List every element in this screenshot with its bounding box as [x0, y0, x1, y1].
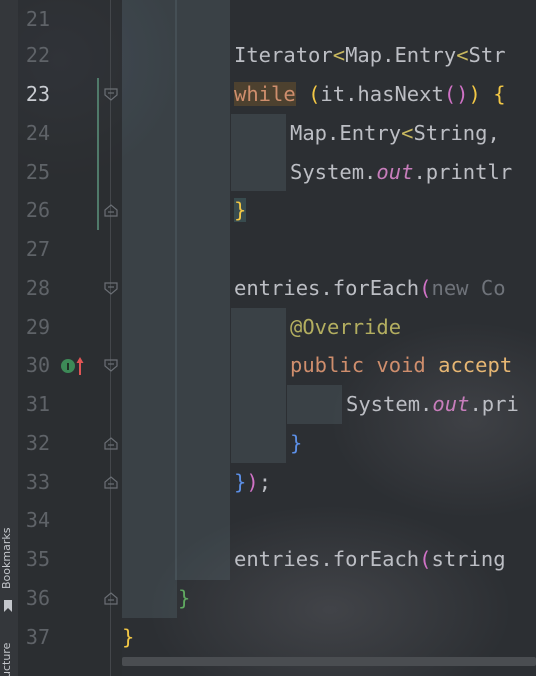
line-number: 35 [25, 547, 50, 571]
line-number: 27 [25, 237, 50, 261]
bookmarks-tab[interactable]: Bookmarks [0, 522, 18, 594]
code-token: accept [438, 353, 513, 377]
code-token: out [432, 392, 470, 416]
code-token: ( [419, 276, 432, 300]
code-token: out [376, 160, 414, 184]
code-line[interactable]: System.out.printlr [290, 153, 512, 192]
line-number: 37 [25, 625, 50, 649]
code-token: < [401, 121, 414, 145]
fold-marker-icon[interactable] [104, 359, 118, 373]
code-token: < [456, 43, 469, 67]
code-token: System. [290, 160, 377, 184]
code-token: } [178, 586, 191, 610]
fold-marker-icon[interactable] [104, 591, 118, 605]
structure-tab[interactable]: ucture [0, 640, 18, 676]
code-line[interactable]: } [178, 579, 190, 618]
line-number: 22 [25, 43, 50, 67]
code-token: ) [468, 82, 481, 106]
code-token: } [234, 198, 247, 222]
code-token: System. [346, 392, 433, 416]
code-token: public [290, 353, 365, 377]
code-token: new Co [431, 276, 506, 300]
code-token: string [431, 547, 506, 571]
code-token: } [234, 470, 247, 494]
code-token: } [290, 431, 303, 455]
line-number: 34 [25, 508, 50, 532]
code-line[interactable]: } [122, 618, 134, 657]
line-number: 36 [25, 586, 50, 610]
vcs-change-marker[interactable] [97, 78, 99, 230]
code-token: () [443, 82, 469, 106]
code-line[interactable]: @Override [290, 308, 401, 347]
line-number: 26 [25, 198, 50, 222]
horizontal-scrollbar[interactable] [122, 657, 536, 666]
code-token: ) [246, 470, 259, 494]
fold-marker-icon[interactable] [104, 282, 118, 296]
line-number: 28 [25, 276, 50, 300]
indent-guide [231, 308, 286, 463]
code-token: Str [468, 43, 506, 67]
code-line[interactable]: } [234, 191, 247, 230]
code-token: Map.Entry [345, 43, 457, 67]
code-token: Iterator [234, 43, 333, 67]
line-number: 33 [25, 470, 50, 494]
code-line[interactable]: }); [234, 463, 271, 502]
indent-guide [287, 385, 342, 424]
code-token: entries.forEach [234, 276, 420, 300]
code-line[interactable]: Map.Entry<String, [290, 114, 512, 153]
code-token: ( [419, 547, 432, 571]
code-line[interactable]: } [290, 424, 302, 463]
line-number: 21 [25, 7, 50, 31]
code-token: .printlr [413, 160, 513, 184]
line-number-current: 23 [25, 82, 50, 106]
line-number: 32 [25, 431, 50, 455]
indent-guide [175, 0, 230, 580]
fold-marker-icon[interactable] [104, 88, 118, 102]
code-token: String, [413, 121, 513, 145]
navigate-up-icon[interactable] [76, 356, 84, 376]
implemented-method-icon[interactable]: I [60, 358, 76, 374]
code-line[interactable]: entries.forEach(string [234, 540, 506, 579]
fold-marker-icon[interactable] [104, 436, 118, 450]
fold-marker-icon[interactable] [104, 475, 118, 489]
code-line[interactable]: entries.forEach(new Co [234, 269, 506, 308]
code-line[interactable]: public void accept [290, 346, 512, 385]
code-token: < [332, 43, 346, 67]
line-number: 31 [25, 392, 50, 416]
indent-guide [231, 114, 286, 191]
code-token: entries.forEach [234, 547, 420, 571]
line-number: 29 [25, 315, 50, 339]
code-line[interactable]: System.out.pri [346, 385, 519, 424]
code-token: it.hasNext [320, 82, 444, 106]
code-token: ; [258, 470, 272, 494]
code-line-current[interactable]: while (it.hasNext()) { [234, 75, 506, 114]
code-token: ( [308, 82, 321, 106]
fold-marker-icon[interactable] [104, 203, 118, 217]
code-token: { [493, 82, 506, 106]
line-number: 25 [25, 160, 50, 184]
bookmark-icon[interactable] [3, 600, 13, 612]
code-token: Map.Entry [290, 121, 402, 145]
indent-guide [122, 0, 177, 618]
code-token: void [376, 353, 426, 377]
code-editor[interactable]: Bookmarks ucture 21 22 23 24 25 26 27 28… [0, 0, 536, 676]
code-token: } [122, 625, 135, 649]
code-token: @Override [290, 315, 402, 339]
svg-text:I: I [66, 362, 70, 373]
code-token: .pri [469, 392, 519, 416]
code-line[interactable]: Iterator<Map.Entry<Str [234, 36, 506, 75]
line-number: 30 [25, 353, 50, 377]
line-number: 24 [25, 121, 50, 145]
code-token: while [234, 82, 296, 106]
